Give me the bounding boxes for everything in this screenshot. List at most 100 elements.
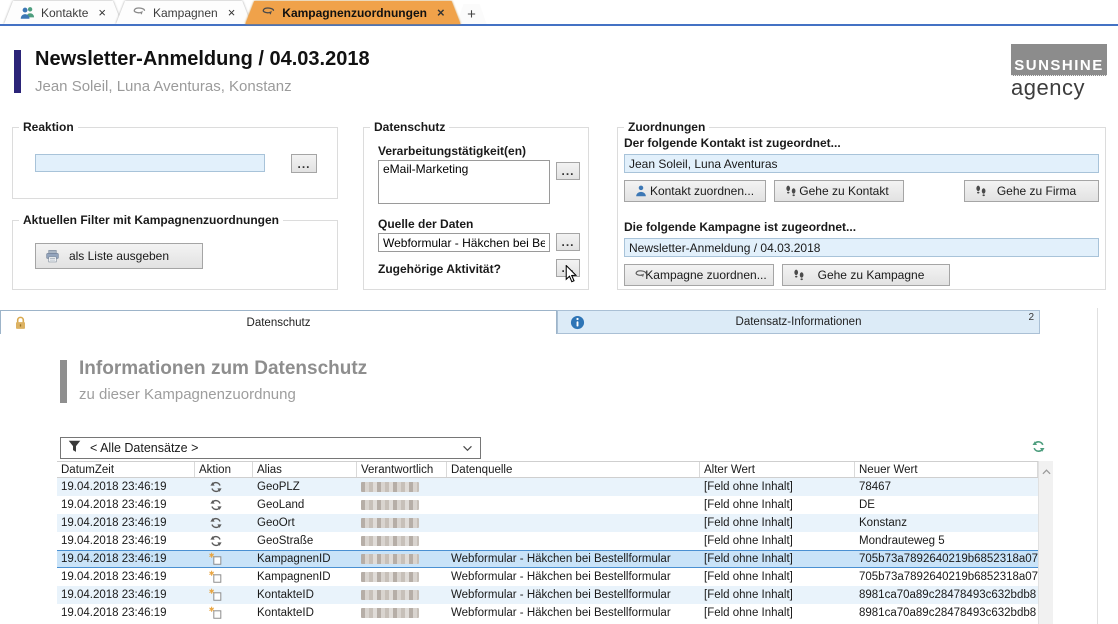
tab-kontakte[interactable]: Kontakte × <box>4 1 122 24</box>
cell-datumzeit: 19.04.2018 23:46:19 <box>57 589 195 601</box>
subtab-datenschutz[interactable]: Datenschutz <box>0 310 557 334</box>
contacts-icon <box>20 5 35 20</box>
table-row[interactable]: 19.04.2018 23:46:19KontakteIDWebformular… <box>57 586 1038 604</box>
cell-alias: GeoStraße <box>253 535 357 547</box>
footprints-icon <box>792 268 806 282</box>
cell-alias: GeoLand <box>253 499 357 511</box>
subtab-datensatz-informationen[interactable]: Datensatz-Informationen 2 <box>557 310 1040 334</box>
cell-alias: KontakteID <box>253 607 357 619</box>
application-window: Kontakte × Kampagnen × Kampagnenzuordnun… <box>0 0 1118 624</box>
tab-bar: Kontakte × Kampagnen × Kampagnenzuordnun… <box>0 0 1118 24</box>
table-row[interactable]: 19.04.2018 23:46:19 KampagnenID Webformula… <box>57 550 1038 568</box>
refresh-icon[interactable] <box>1031 439 1046 454</box>
table-row[interactable]: 19.04.2018 23:46:19KontakteIDWebformular… <box>57 604 1038 622</box>
cell-datenquelle: Webformular - Häkchen bei Bestellformula… <box>447 553 700 565</box>
close-icon[interactable]: × <box>228 6 236 19</box>
verarbeitung-browse-button[interactable]: ... <box>556 162 580 180</box>
cell-neuer-wert: Mondrauteweg 5 <box>855 535 1038 547</box>
column-header[interactable]: Aktion <box>195 462 253 477</box>
reaktion-input[interactable] <box>35 154 265 172</box>
tab-label: Kampagnenzuordnungen <box>282 6 427 20</box>
campaign-icon <box>261 5 276 20</box>
cell-neuer-wert: Konstanz <box>855 517 1038 529</box>
als-liste-ausgeben-button[interactable]: als Liste ausgeben <box>35 243 203 269</box>
redacted-value <box>361 500 419 510</box>
gehe-zu-kontakt-button[interactable]: Gehe zu Kontakt <box>774 180 904 202</box>
datensatz-filter-combobox[interactable]: < Alle Datensätze > <box>60 437 481 459</box>
cell-alter-wert: [Feld ohne Inhalt] <box>700 571 855 583</box>
cell-aktion <box>195 570 253 584</box>
column-header[interactable]: Datenquelle <box>447 462 700 477</box>
page-subtitle: Jean Soleil, Luna Aventuras, Konstanz <box>35 78 292 95</box>
cell-alias: KampagnenID <box>253 553 357 565</box>
table-row[interactable]: 19.04.2018 23:46:19 KampagnenID Webformula… <box>57 568 1038 586</box>
column-header[interactable]: Neuer Wert <box>855 462 1038 477</box>
chevron-down-icon <box>462 445 473 452</box>
cell-datenquelle: Webformular - Häkchen bei Bestellformula… <box>447 571 700 583</box>
table-header[interactable]: DatumZeit Aktion Alias Verantwortlich Da… <box>57 461 1038 478</box>
kampagne-value-field[interactable]: Newsletter-Anmeldung / 04.03.2018 <box>624 238 1099 257</box>
new-tab-button[interactable]: + <box>457 4 487 24</box>
cell-datenquelle: Webformular - Häkchen bei Bestellformula… <box>447 607 700 619</box>
filter-groupbox: Aktuellen Filter mit Kampagnenzuordnunge… <box>12 220 338 290</box>
column-header[interactable]: Verantwortlich <box>357 462 447 477</box>
cell-neuer-wert: 78467 <box>855 481 1038 493</box>
cell-datumzeit: 19.04.2018 23:46:19 <box>57 481 195 493</box>
quelle-input[interactable] <box>378 233 550 252</box>
update-icon <box>209 480 223 494</box>
column-header[interactable]: Alias <box>253 462 357 477</box>
cell-datumzeit: 19.04.2018 23:46:19 <box>57 553 195 565</box>
table-row[interactable]: 19.04.2018 23:46:19GeoStraße[Feld ohne I… <box>57 532 1038 550</box>
column-header[interactable]: DatumZeit <box>57 462 195 477</box>
cell-verantwortlich <box>357 518 447 528</box>
vertical-scrollbar[interactable] <box>1038 461 1053 624</box>
table-body: 19.04.2018 23:46:19GeoPLZ[Feld ohne Inha… <box>57 478 1038 622</box>
tab-underline <box>0 24 1118 26</box>
section-subtitle: zu dieser Kampagnenzuordnung <box>79 386 296 403</box>
cell-alter-wert: [Feld ohne Inhalt] <box>700 535 855 547</box>
kontakt-zuordnen-button[interactable]: Kontakt zuordnen... <box>624 180 766 202</box>
panel-edge <box>1097 308 1098 624</box>
cell-alter-wert: [Feld ohne Inhalt] <box>700 589 855 601</box>
campaign-icon <box>132 5 147 20</box>
new-record-icon <box>209 606 223 620</box>
printer-icon <box>45 249 60 264</box>
close-icon[interactable]: × <box>98 6 106 19</box>
tab-kampagnen[interactable]: Kampagnen × <box>116 1 251 24</box>
verarbeitung-label: Verarbeitungstätigkeit(en) <box>378 144 526 158</box>
table-row[interactable]: 19.04.2018 23:46:19GeoPLZ[Feld ohne Inha… <box>57 478 1038 496</box>
cell-neuer-wert: DE <box>855 499 1038 511</box>
redacted-value <box>361 572 419 582</box>
new-record-icon <box>209 552 223 566</box>
verarbeitung-textarea[interactable]: eMail-Marketing <box>378 160 550 204</box>
kampagne-zugeordnet-label: Die folgende Kampagne ist zugeordnet... <box>624 220 856 234</box>
gehe-zu-firma-button[interactable]: Gehe zu Firma <box>964 180 1099 202</box>
cell-alias: KontakteID <box>253 589 357 601</box>
cell-aktion <box>195 606 253 620</box>
tab-kampagnenzuordnungen[interactable]: Kampagnenzuordnungen × <box>245 1 460 24</box>
cell-alias: KampagnenID <box>253 571 357 583</box>
cell-alter-wert: [Feld ohne Inhalt] <box>700 499 855 511</box>
column-header[interactable]: Alter Wert <box>700 462 855 477</box>
quelle-browse-button[interactable]: ... <box>556 233 580 251</box>
reaktion-groupbox: Reaktion ... <box>12 127 338 199</box>
subtab-badge: 2 <box>1028 312 1034 323</box>
scroll-up-icon[interactable] <box>1042 464 1051 478</box>
footprints-icon <box>974 184 988 198</box>
update-icon <box>209 516 223 530</box>
reaktion-legend: Reaktion <box>19 120 78 134</box>
kampagne-zuordnen-button[interactable]: Kampagne zuordnen... <box>624 264 774 286</box>
table-row[interactable]: 19.04.2018 23:46:19GeoOrt[Feld ohne Inha… <box>57 514 1038 532</box>
filter-icon <box>68 440 81 456</box>
cell-alter-wert: [Feld ohne Inhalt] <box>700 517 855 529</box>
gehe-zu-kampagne-button[interactable]: Gehe zu Kampagne <box>782 264 950 286</box>
reaktion-browse-button[interactable]: ... <box>291 154 317 173</box>
audit-table: DatumZeit Aktion Alias Verantwortlich Da… <box>57 461 1038 622</box>
zuordnungen-groupbox: Zuordnungen Der folgende Kontakt ist zug… <box>617 127 1106 290</box>
kontakt-zugeordnet-label: Der folgende Kontakt ist zugeordnet... <box>624 136 841 150</box>
kontakt-value-field[interactable]: Jean Soleil, Luna Aventuras <box>624 154 1099 173</box>
tab-label: Kontakte <box>41 6 88 20</box>
table-row[interactable]: 19.04.2018 23:46:19GeoLand[Feld ohne Inh… <box>57 496 1038 514</box>
close-icon[interactable]: × <box>437 6 445 19</box>
cell-datumzeit: 19.04.2018 23:46:19 <box>57 571 195 583</box>
